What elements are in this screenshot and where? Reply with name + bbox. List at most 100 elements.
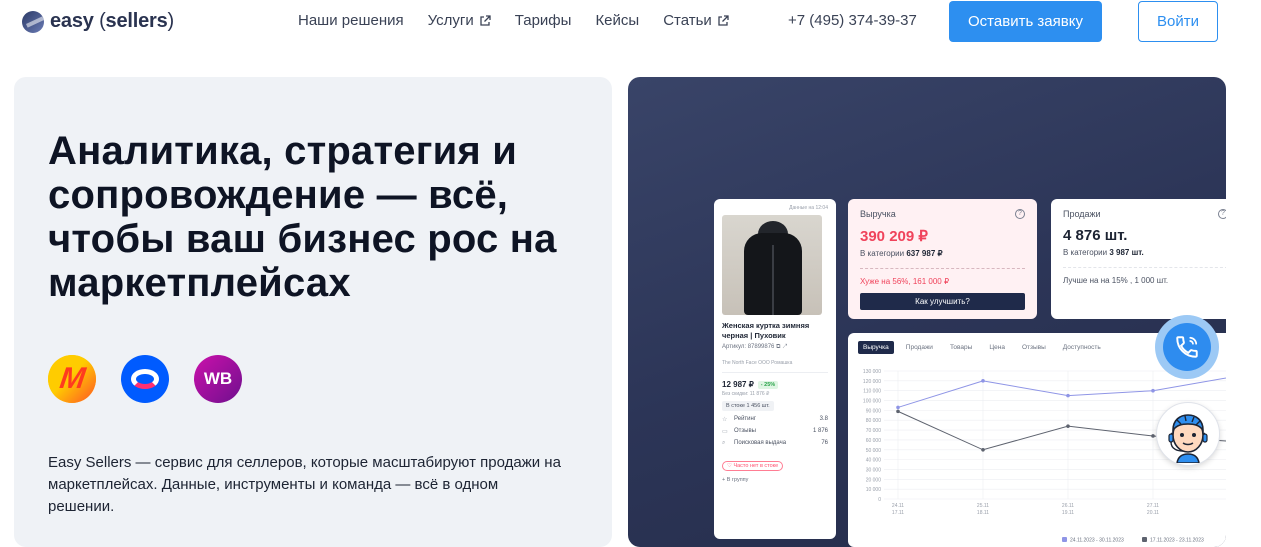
nav-item-services[interactable]: Услуги [428, 12, 491, 29]
product-price: 12 987 ₽ - 25% [722, 380, 828, 389]
legend-label: 24.11.2023 - 30.11.2023 [1070, 538, 1124, 544]
legend-label: 17.11.2023 - 23.11.2023 [1150, 538, 1204, 544]
data-point [896, 405, 900, 410]
request-button[interactable]: Оставить заявку [949, 1, 1102, 42]
x-tick-label: 20.11 [1147, 510, 1159, 516]
nav-item-pricing[interactable]: Тарифы [515, 12, 572, 29]
revenue-category: В категории 637 987 ₽ [860, 249, 943, 258]
help-icon: ? [1015, 209, 1025, 219]
sales-category: В категории 3 987 шт. [1063, 248, 1144, 257]
data-point [1151, 388, 1155, 393]
phone-link[interactable]: +7 (495) 374-39-37 [788, 12, 917, 29]
metric-row: ☆ Рейтинг 3.8 [722, 416, 828, 423]
how-to-improve-button: Как улучшить? [860, 293, 1025, 310]
y-tick-label: 20 000 [866, 477, 882, 483]
x-tick-label: 25.11 [977, 503, 989, 509]
call-widget-button[interactable] [1155, 315, 1219, 379]
y-tick-label: 100 000 [863, 399, 881, 405]
hero-title: Аналитика, стратегия и сопровождение — в… [48, 129, 557, 305]
x-tick-label: 26.11 [1062, 503, 1074, 509]
dashboard-preview: Данные на 12:04 Женская куртка зимняя че… [628, 77, 1226, 547]
data-point [1151, 434, 1155, 438]
legend-swatch [1062, 537, 1067, 542]
out-of-stock-badge: ♡ Часто нет в стоке [722, 461, 784, 471]
login-button[interactable]: Войти [1138, 1, 1218, 42]
nav-item-cases[interactable]: Кейсы [595, 12, 639, 29]
legend-swatch [1142, 537, 1147, 542]
y-tick-label: 130 000 [863, 369, 881, 375]
chart-tab-reviews: Отзывы [1021, 344, 1046, 351]
external-link-icon [718, 14, 729, 26]
stock-badge: В стоке 1 456 шт. [722, 401, 774, 411]
support-avatar-icon [1168, 414, 1208, 463]
chart-tab-price: Цена [989, 344, 1005, 351]
data-point [981, 379, 985, 383]
metric-row: ⌕ Поисковая выдача 76 [722, 440, 828, 446]
data-point [1066, 424, 1070, 428]
x-tick-label: 17.11 [892, 510, 904, 516]
sales-comparison: Лучше на на 15% , 1 000 шт. [1063, 276, 1169, 285]
logo[interactable]: easy (sellers) [22, 10, 174, 33]
wildberries-icon: WB [194, 355, 242, 403]
hero-description: Easy Sellers — сервис для селлеров, кото… [48, 454, 561, 515]
product-brand: The North Face ООО Ромашка [722, 360, 828, 373]
revenue-card: Выручка? 390 209 ₽ В категории 637 987 ₽… [848, 199, 1037, 319]
ozon-icon [121, 355, 169, 403]
product-image [722, 215, 822, 315]
help-icon: ? [1218, 209, 1226, 219]
hero-text-panel: Аналитика, стратегия и сопровождение — в… [14, 77, 612, 547]
support-chat-button[interactable] [1156, 402, 1220, 466]
logo-text-easy: easy [50, 10, 94, 32]
y-tick-label: 0 [878, 497, 881, 503]
add-to-group-link: + В группу [722, 477, 749, 483]
y-tick-label: 10 000 [866, 487, 882, 493]
chart-tab-revenue: Выручка [858, 341, 894, 354]
price-without-discount: Без скидки: 11 876 ₽ [722, 391, 770, 397]
nav-item-articles[interactable]: Статьи [663, 12, 729, 29]
copy-icon: ⧉ [776, 344, 781, 350]
data-point [896, 409, 900, 414]
sales-value: 4 876 шт. [1063, 227, 1128, 244]
y-tick-label: 30 000 [866, 467, 882, 473]
external-link-icon [480, 14, 491, 26]
metric-row: ▭ Отзывы 1 876 [722, 428, 828, 435]
phone-icon [1176, 336, 1198, 358]
logo-mark-icon [22, 10, 44, 33]
comment-icon: ▭ [722, 429, 728, 435]
discount-badge: - 25% [757, 380, 779, 389]
y-tick-label: 120 000 [863, 379, 881, 385]
revenue-value: 390 209 ₽ [860, 228, 928, 245]
y-tick-label: 60 000 [866, 438, 882, 444]
marketplace-icons: M WB [48, 355, 242, 403]
sales-label: Продажи [1063, 209, 1101, 219]
data-point [981, 447, 985, 452]
product-name: Женская куртка зимняя черная | Пуховик [722, 321, 810, 340]
product-card: Данные на 12:04 Женская куртка зимняя че… [714, 199, 836, 539]
chart-tab-products: Товары [949, 344, 973, 351]
chart-tab-availability: Доступность [1062, 344, 1101, 351]
site-header: easy (sellers) Наши решения Услуги Тариф… [0, 0, 1261, 44]
x-tick-label: 19.11 [1062, 510, 1074, 516]
sales-card: Продажи? 4 876 шт. В категории 3 987 шт.… [1051, 199, 1226, 319]
main-nav: Наши решения Услуги Тарифы Кейсы Статьи [298, 12, 729, 29]
x-tick-label: 24.11 [892, 503, 904, 509]
revenue-label: Выручка [860, 209, 896, 219]
x-tick-label: 18.11 [977, 510, 989, 516]
y-tick-label: 70 000 [866, 428, 882, 434]
y-tick-label: 90 000 [866, 408, 882, 414]
y-tick-label: 40 000 [866, 458, 882, 464]
y-tick-label: 50 000 [866, 448, 882, 454]
product-article: Артикул: 87899876 ⧉ ↗ [722, 344, 787, 350]
data-point [1066, 393, 1070, 398]
data-timestamp: Данные на 12:04 [789, 205, 828, 211]
x-tick-label: 27.11 [1147, 503, 1159, 509]
nav-item-solutions[interactable]: Наши решения [298, 12, 404, 29]
search-icon: ⌕ [722, 440, 726, 446]
logo-text-sellers: sellers [105, 10, 168, 32]
revenue-comparison: Хуже на 56%, 161 000 ₽ [860, 277, 950, 286]
y-tick-label: 110 000 [863, 389, 881, 395]
chart-tab-sales: Продажи [905, 344, 933, 351]
yandex-market-icon: M [48, 355, 96, 403]
y-tick-label: 80 000 [866, 418, 882, 424]
star-icon: ☆ [722, 417, 728, 423]
